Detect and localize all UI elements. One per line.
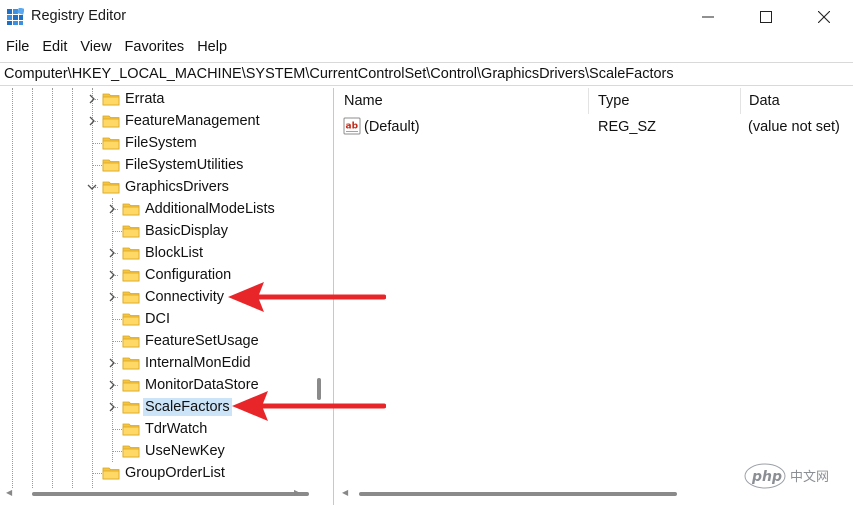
folder-icon	[122, 357, 140, 370]
folder-icon	[102, 467, 120, 480]
close-button[interactable]	[795, 0, 853, 34]
tree-item[interactable]: Errata	[0, 88, 310, 110]
folder-icon	[102, 93, 120, 106]
tree-horizontal-scroll-thumb[interactable]	[32, 492, 309, 496]
tree-item[interactable]: UseNewKey	[0, 440, 310, 462]
tree-item-label[interactable]: FeatureManagement	[123, 112, 262, 130]
chevron-right-icon[interactable]	[106, 357, 118, 369]
php-site-text: 中文网	[790, 470, 829, 485]
value-data: (value not set)	[748, 119, 840, 135]
folder-icon	[122, 203, 140, 216]
minimize-button[interactable]	[679, 0, 737, 34]
tree-item-label[interactable]: FileSystem	[123, 134, 199, 152]
tree-item-label[interactable]: Connectivity	[143, 288, 226, 306]
chevron-right-icon[interactable]	[106, 269, 118, 281]
annotation-arrow-connectivity	[228, 282, 386, 312]
folder-icon	[122, 379, 140, 392]
registry-editor-icon	[7, 8, 24, 25]
tree-item[interactable]: FileSystem	[0, 132, 310, 154]
scroll-left-arrow-icon[interactable]: ◀	[6, 488, 12, 497]
tree-item[interactable]: GroupOrderList	[0, 462, 310, 484]
close-icon	[818, 11, 830, 23]
folder-icon	[102, 137, 120, 150]
php-logo-text: php	[751, 469, 782, 485]
tree-item-label[interactable]: BasicDisplay	[143, 222, 230, 240]
tree-item-label[interactable]: FeatureSetUsage	[143, 332, 261, 350]
tree-item-label[interactable]: UseNewKey	[143, 442, 227, 460]
folder-icon	[122, 445, 140, 458]
chevron-down-icon[interactable]	[86, 181, 98, 193]
tree-item-label[interactable]: GraphicsDrivers	[123, 178, 231, 196]
tree-item[interactable]: FeatureSetUsage	[0, 330, 310, 352]
tree-item-label[interactable]: ScaleFactors	[143, 398, 232, 416]
list-horizontal-scroll-thumb[interactable]	[359, 492, 677, 496]
tree-item[interactable]: GraphicsDrivers	[0, 176, 310, 198]
folder-icon	[122, 335, 140, 348]
tree-item-label[interactable]: InternalMonEdid	[143, 354, 253, 372]
minimize-icon	[702, 16, 714, 18]
svg-text:ab: ab	[346, 122, 359, 132]
tree-item[interactable]: FeatureManagement	[0, 110, 310, 132]
menu-bar: File Edit View Favorites Help	[0, 36, 853, 60]
chevron-right-icon[interactable]	[106, 401, 118, 413]
tree-item-label[interactable]: FileSystemUtilities	[123, 156, 245, 174]
folder-icon	[122, 423, 140, 436]
tree-item-label[interactable]: GroupOrderList	[123, 464, 227, 482]
folder-icon	[122, 313, 140, 326]
scroll-right-arrow-icon[interactable]: ▶	[294, 488, 300, 497]
tree-item[interactable]: FileSystemUtilities	[0, 154, 310, 176]
tree-item-label[interactable]: AdditionalModeLists	[143, 200, 277, 218]
value-type: REG_SZ	[598, 119, 657, 135]
tree-item[interactable]: BlockList	[0, 242, 310, 264]
tree-item-label[interactable]: BlockList	[143, 244, 205, 262]
address-path[interactable]: Computer\HKEY_LOCAL_MACHINE\SYSTEM\Curre…	[4, 66, 674, 82]
annotation-arrow-scalefactors	[232, 391, 386, 421]
chevron-right-icon[interactable]	[106, 291, 118, 303]
tree-item-label[interactable]: Errata	[123, 90, 167, 108]
string-value-icon: ab	[343, 117, 361, 135]
folder-icon	[102, 181, 120, 194]
folder-icon	[102, 159, 120, 172]
address-bar[interactable]: Computer\HKEY_LOCAL_MACHINE\SYSTEM\Curre…	[0, 62, 853, 86]
php-logo-icon: php 中文网	[744, 463, 829, 489]
tree-item-label[interactable]: TdrWatch	[143, 420, 209, 438]
column-header-type[interactable]: Type	[590, 88, 629, 114]
chevron-right-icon[interactable]	[106, 247, 118, 259]
values-list-pane[interactable]: Name Type Data ab (Default) REG_SZ (valu…	[336, 88, 853, 505]
folder-icon	[122, 269, 140, 282]
folder-icon	[122, 247, 140, 260]
tree-item[interactable]: TdrWatch	[0, 418, 310, 440]
menu-help[interactable]: Help	[191, 36, 234, 60]
chevron-right-icon[interactable]	[86, 93, 98, 105]
maximize-button[interactable]	[737, 0, 795, 34]
scroll-left-arrow-icon[interactable]: ◀	[342, 488, 348, 497]
chevron-right-icon[interactable]	[106, 379, 118, 391]
chevron-right-icon[interactable]	[106, 203, 118, 215]
menu-edit[interactable]: Edit	[36, 36, 74, 60]
folder-icon	[102, 115, 120, 128]
maximize-icon	[760, 11, 772, 23]
tree-item-label[interactable]: Configuration	[143, 266, 233, 284]
menu-favorites[interactable]: Favorites	[119, 36, 192, 60]
value-name: (Default)	[364, 119, 420, 135]
title-bar[interactable]: Registry Editor	[0, 0, 853, 34]
folder-icon	[122, 291, 140, 304]
column-separator[interactable]	[588, 88, 589, 114]
menu-file[interactable]: File	[0, 36, 36, 60]
tree-item[interactable]: BasicDisplay	[0, 220, 310, 242]
column-header-data[interactable]: Data	[741, 88, 780, 114]
column-header-name[interactable]: Name	[336, 88, 383, 114]
window-title: Registry Editor	[31, 8, 127, 24]
chevron-right-icon[interactable]	[86, 115, 98, 127]
php-watermark: php 中文网	[744, 460, 844, 492]
tree-item[interactable]: AdditionalModeLists	[0, 198, 310, 220]
tree-item-label[interactable]: DCI	[143, 310, 172, 328]
folder-icon	[122, 401, 140, 414]
folder-icon	[122, 225, 140, 238]
menu-view[interactable]: View	[74, 36, 118, 60]
tree-item[interactable]: InternalMonEdid	[0, 352, 310, 374]
